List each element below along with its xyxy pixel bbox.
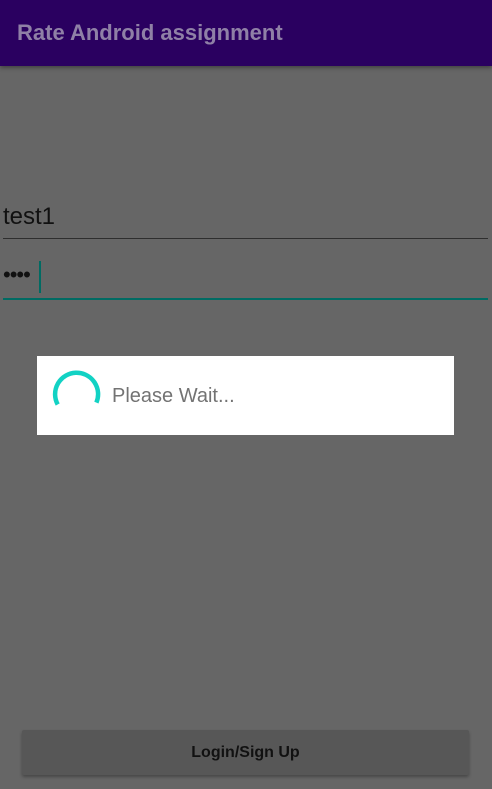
- username-field[interactable]: test1: [3, 195, 488, 239]
- login-signup-button[interactable]: Login/Sign Up: [22, 730, 469, 775]
- password-field[interactable]: ••••: [3, 256, 488, 300]
- progress-dialog: Please Wait...: [37, 356, 454, 435]
- circular-progress-icon: [52, 370, 101, 406]
- app-title: Rate Android assignment: [17, 20, 283, 45]
- dialog-message: Please Wait...: [112, 385, 235, 407]
- username-input[interactable]: test1: [3, 203, 55, 231]
- password-input[interactable]: ••••: [3, 262, 31, 288]
- text-cursor: [39, 261, 41, 293]
- app-bar: Rate Android assignment: [0, 0, 492, 66]
